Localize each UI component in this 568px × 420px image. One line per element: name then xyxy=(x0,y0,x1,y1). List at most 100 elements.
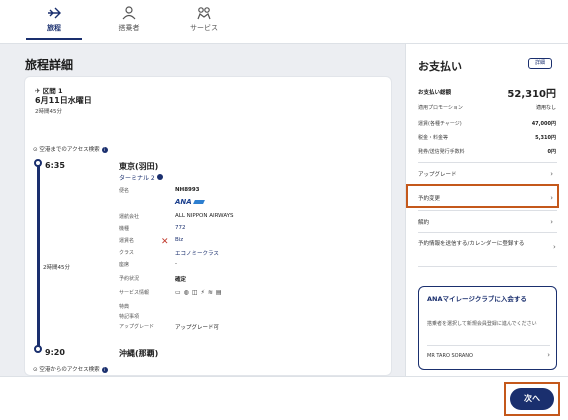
entertainment-icon: ▤ xyxy=(215,289,225,296)
tab-itinerary-label: 旅程 xyxy=(47,24,61,32)
plane-icon xyxy=(48,7,61,19)
field-value-class[interactable]: エコノミークラス xyxy=(175,249,219,257)
arrival-airport: 沖縄(那覇) xyxy=(119,349,159,358)
field-label-perk: 特典 xyxy=(119,304,130,310)
field-label-seat: 座席 xyxy=(119,262,130,268)
drink-icon: ◫ xyxy=(191,289,201,296)
departure-terminal[interactable]: ターミナル 2 xyxy=(119,173,163,182)
promotion-row: 適用プロモーション 適用なし xyxy=(418,104,556,111)
total-value: 52,310円 xyxy=(507,89,556,100)
field-label-upgrade: アップグレード xyxy=(119,324,155,330)
fee-value: 0円 xyxy=(547,149,556,155)
terminal-text: ターミナル 2 xyxy=(119,175,155,182)
field-value-operator: ALL NIPPON AIRWAYS xyxy=(175,213,234,219)
chevron-right-icon: › xyxy=(547,351,550,359)
total-label: お支払い総額 xyxy=(418,90,452,96)
mileage-title: ANAマイレージクラブに入会する xyxy=(427,295,527,303)
tax-label: 税金・料金等 xyxy=(418,135,449,141)
fare-row: 運賃(各種チャージ) 47,000円 xyxy=(418,120,556,127)
payment-title: お支払い xyxy=(418,60,462,73)
access-before-link[interactable]: ⊙ 空港までのアクセス検索 i xyxy=(33,145,108,153)
menu-send-calendar[interactable]: 予約情報を送信する/カレンダーに登録する xyxy=(418,240,543,248)
payment-detail-button[interactable]: 詳細 xyxy=(528,58,552,69)
itinerary-card: ✈ 区間 1 6月11日水曜日 2時間45分 ⊙ 空港までのアクセス検索 i 6:… xyxy=(24,76,392,376)
segment-label-text: 区間 1 xyxy=(42,87,63,95)
payment-panel: お支払い 詳細 お支払い総額 52,310円 適用プロモーション 適用なし 運賃… xyxy=(405,44,568,376)
promotion-label: 適用プロモーション xyxy=(418,105,463,111)
divider xyxy=(418,162,557,163)
timeline-line xyxy=(37,163,40,349)
menu-upgrade[interactable]: アップグレード › xyxy=(418,170,557,178)
info-icon xyxy=(156,174,163,180)
access-before-text: 空港までのアクセス検索 xyxy=(39,147,100,153)
divider xyxy=(427,345,550,346)
divider xyxy=(418,266,557,267)
passenger-name: MR TARO SORANO xyxy=(427,353,473,359)
page-title: 旅程詳細 xyxy=(25,58,74,72)
menu-upgrade-label: アップグレード xyxy=(418,172,457,178)
field-label-services: サービス情報 xyxy=(119,290,150,296)
arrival-dot xyxy=(34,345,42,353)
field-label-status: 予約状況 xyxy=(119,276,140,282)
plane-small-icon: ✈ xyxy=(35,87,43,95)
tab-passengers[interactable]: 搭乗者 xyxy=(97,6,161,33)
tax-value: 5,310円 xyxy=(535,135,556,141)
meal-icon: ◍ xyxy=(183,289,192,296)
field-label-fare: 運賃名 xyxy=(119,238,135,244)
access-after-text: 空港からのアクセス検索 xyxy=(39,367,100,373)
divider xyxy=(418,232,557,233)
tab-services-label: サービス xyxy=(190,24,218,32)
fee-label: 発券/送信発行手数料 xyxy=(418,149,465,155)
wifi-icon: ≋ xyxy=(207,289,216,296)
service-icons: ▭◍◫⚡≋▤ xyxy=(175,289,225,296)
field-label-flight: 便名 xyxy=(119,188,130,194)
tab-itinerary[interactable]: 旅程 xyxy=(22,6,86,40)
service-icon xyxy=(197,7,211,20)
tab-services[interactable]: サービス xyxy=(172,6,236,33)
field-label-class: クラス xyxy=(119,250,134,256)
person-icon xyxy=(122,6,136,20)
field-value-status: 確定 xyxy=(175,277,187,283)
chevron-right-icon: › xyxy=(553,243,556,251)
segment-date: 6月11日水曜日 xyxy=(35,96,92,105)
menu-send-label: 予約情報を送信する/カレンダーに登録する xyxy=(418,241,525,247)
access-after-link[interactable]: ⊙ 空港からのアクセス検索 i xyxy=(33,365,108,373)
chevron-right-icon: › xyxy=(550,218,553,226)
info-icon: i xyxy=(101,146,108,153)
seat-icon: ▭ xyxy=(175,289,184,296)
info-icon: i xyxy=(101,366,108,373)
highlight-box-next xyxy=(504,382,560,416)
ana-logo-mark xyxy=(192,200,205,204)
menu-cancel[interactable]: 解約 › xyxy=(418,218,557,226)
field-value-fare[interactable]: Biz xyxy=(175,237,183,243)
flight-duration: 2時間45分 xyxy=(43,265,70,271)
segment-duration: 2時間45分 xyxy=(35,109,62,115)
fare-value: 47,000円 xyxy=(531,121,556,127)
top-tab-bar: 旅程 搭乗者 サービス xyxy=(0,0,568,44)
menu-cancel-label: 解約 xyxy=(418,220,430,226)
ana-logo-text: ANA xyxy=(175,198,192,206)
field-label-aircraft: 機種 xyxy=(119,226,130,232)
field-label-operator: 運航会社 xyxy=(119,214,140,220)
field-value-upgrade: アップグレード可 xyxy=(175,325,220,331)
footer-bar xyxy=(0,376,568,420)
fee-row: 発券/送信発行手数料 0円 xyxy=(418,148,556,155)
mileage-desc: 搭乗者を選択して新規会員登録に進んでください xyxy=(427,321,537,327)
mileage-club-card[interactable]: ANAマイレージクラブに入会する 搭乗者を選択して新規会員登録に進んでください … xyxy=(418,286,557,370)
x-mark-annotation: ✕ xyxy=(161,237,169,247)
highlight-box-change-reservation xyxy=(406,184,559,208)
divider xyxy=(418,210,557,211)
departure-dot xyxy=(34,159,42,167)
field-value-seat: - xyxy=(175,261,177,267)
chevron-right-icon: › xyxy=(550,170,553,178)
promotion-value: 適用なし xyxy=(535,105,556,111)
arrival-time: 9:20 xyxy=(45,348,65,357)
field-value-flight: NH8993 xyxy=(175,187,200,193)
power-icon: ⚡ xyxy=(200,289,208,296)
departure-airport: 東京(羽田) xyxy=(119,162,159,171)
departure-time: 6:35 xyxy=(45,161,65,170)
ana-logo: ANA xyxy=(175,198,205,206)
total-row: お支払い総額 52,310円 xyxy=(418,88,556,100)
field-value-aircraft[interactable]: 772 xyxy=(175,225,186,231)
tax-row: 税金・料金等 5,310円 xyxy=(418,134,556,141)
